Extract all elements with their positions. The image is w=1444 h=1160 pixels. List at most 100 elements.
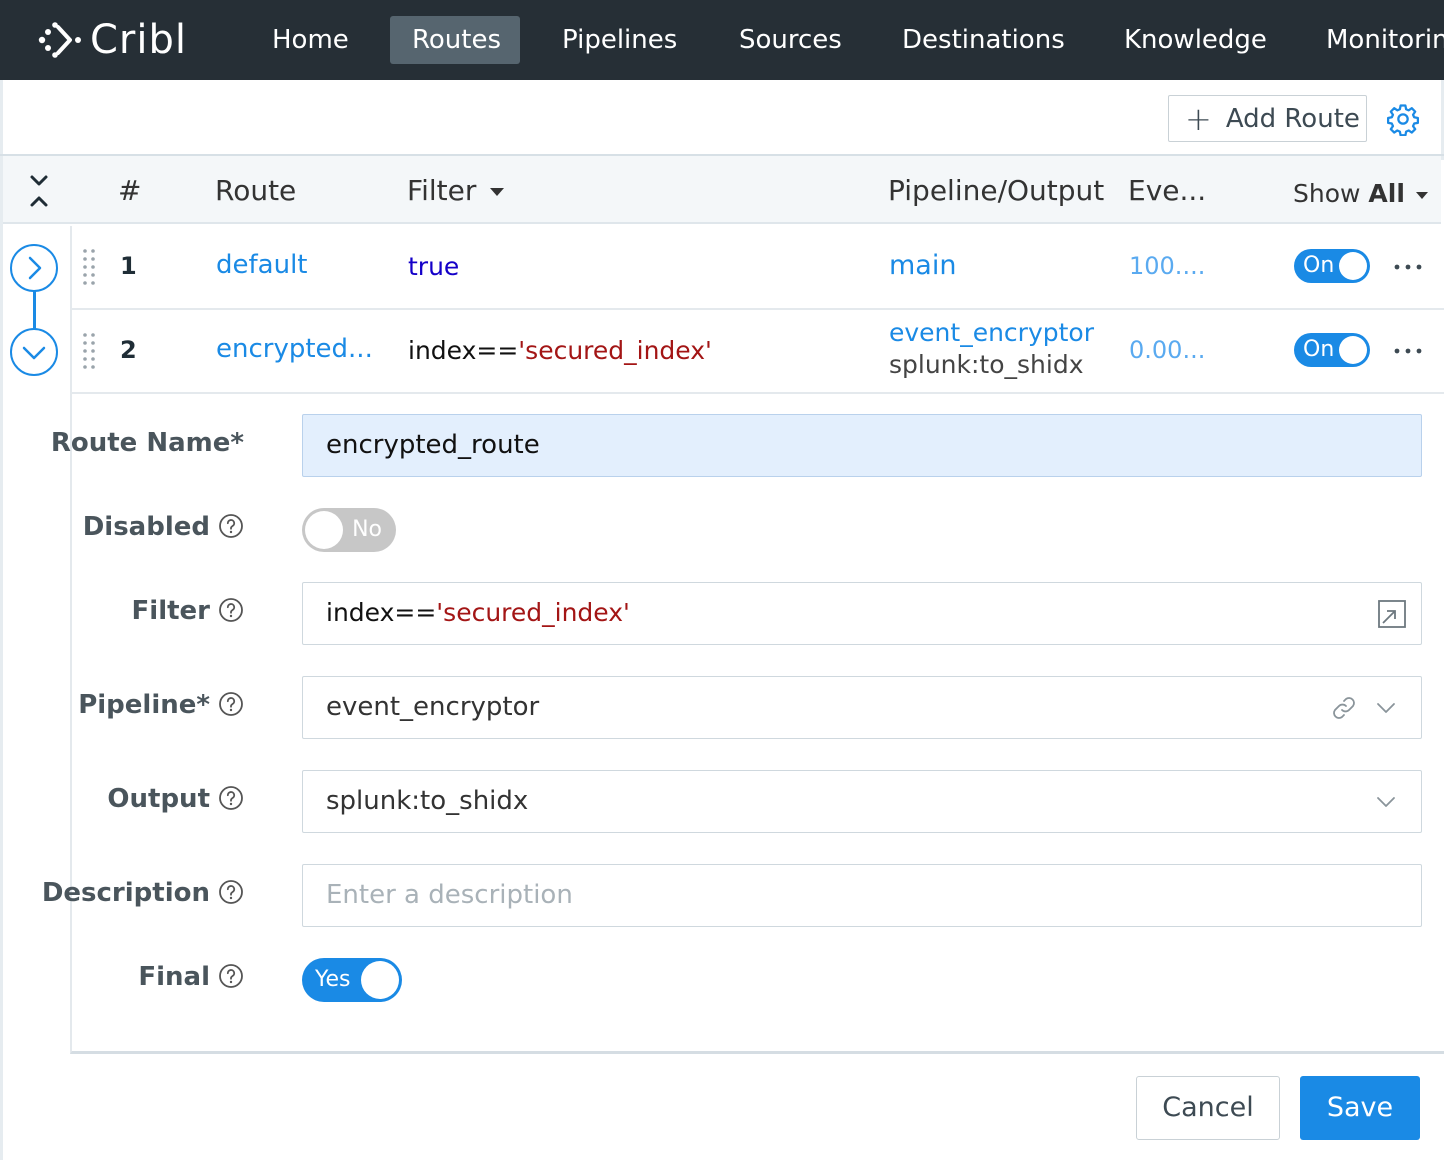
pipeline-link[interactable]: main	[889, 250, 956, 281]
route-enabled-toggle[interactable]: On	[1294, 249, 1370, 283]
more-options-icon[interactable]	[1393, 346, 1423, 356]
nav-destinations[interactable]: Destinations	[880, 16, 1087, 64]
route-enabled-toggle[interactable]: On	[1294, 333, 1370, 367]
disabled-toggle[interactable]: No	[302, 508, 396, 552]
header-pipeline-output: Pipeline/Output	[888, 174, 1105, 207]
nav-pipelines[interactable]: Pipelines	[540, 16, 699, 64]
route-connector-line	[33, 290, 36, 330]
table-row[interactable]: 2 encrypted... index=='secured_index' ev…	[70, 310, 1444, 394]
cribl-logo-icon	[38, 22, 81, 58]
nav-home[interactable]: Home	[250, 16, 371, 64]
description-label: Description	[42, 878, 244, 908]
help-icon[interactable]	[218, 785, 244, 811]
filter-expression: index==	[326, 598, 437, 627]
output-label: Output	[107, 784, 244, 814]
output-select[interactable]: splunk:to_shidx	[302, 770, 1422, 833]
chevron-right-icon	[28, 256, 42, 280]
nav-sources[interactable]: Sources	[717, 16, 864, 64]
header-filter-label: Filter	[407, 174, 477, 207]
chevron-down-icon[interactable]	[1371, 693, 1401, 723]
events-value: 0.00...	[1129, 336, 1206, 364]
route-name-link[interactable]: default	[216, 250, 307, 280]
help-icon[interactable]	[218, 691, 244, 717]
nav-monitoring-wrap: Monitoring	[1304, 16, 1444, 64]
pipeline-label-text: Pipeline*	[78, 690, 210, 720]
cancel-button[interactable]: Cancel	[1136, 1076, 1280, 1140]
pipeline-link[interactable]: event_encryptor	[889, 318, 1094, 347]
link-icon[interactable]	[1329, 693, 1359, 723]
disabled-label-text: Disabled	[82, 512, 210, 542]
route-filter: index=='secured_index'	[408, 336, 712, 365]
show-value: All	[1368, 179, 1405, 208]
frame-border-left	[0, 80, 3, 1160]
toggle-knob	[1339, 252, 1367, 280]
pipeline-select-value: event_encryptor	[326, 692, 540, 722]
more-options-icon[interactable]	[1393, 262, 1423, 272]
show-all-dropdown[interactable]: Show All	[1293, 156, 1429, 224]
drag-handle-icon[interactable]	[82, 248, 96, 286]
output-value: splunk:to_shidx	[889, 350, 1084, 379]
chevron-down-icon[interactable]	[1371, 787, 1401, 817]
add-route-button[interactable]: + Add Route	[1168, 95, 1367, 142]
disabled-label: Disabled	[83, 512, 244, 542]
plus-icon: +	[1185, 99, 1212, 138]
route-edit-form: Route Name* encrypted_route Disabled No …	[42, 394, 1444, 1054]
help-icon[interactable]	[218, 963, 244, 989]
toggle-knob	[1339, 336, 1367, 364]
expand-editor-icon[interactable]	[1377, 599, 1407, 629]
route-filter: true	[408, 252, 460, 281]
description-input[interactable]: Enter a description	[302, 864, 1422, 927]
help-icon[interactable]	[218, 597, 244, 623]
cribl-logo[interactable]: Cribl	[38, 17, 187, 63]
chevron-down-icon	[22, 346, 46, 360]
help-icon[interactable]	[218, 513, 244, 539]
header-number: #	[118, 174, 142, 207]
nav-knowledge[interactable]: Knowledge	[1102, 16, 1289, 64]
toggle-label: On	[1303, 253, 1335, 278]
pipeline-label: Pipeline*	[78, 690, 244, 720]
header-route: Route	[215, 174, 297, 207]
help-icon[interactable]	[218, 879, 244, 905]
header-filter[interactable]: Filter	[407, 156, 505, 224]
logo-text: Cribl	[90, 17, 187, 63]
top-nav: Cribl Home Routes Pipelines Sources Dest…	[0, 0, 1444, 80]
filter-input[interactable]: index=='secured_index'	[302, 582, 1422, 645]
output-select-value: splunk:to_shidx	[326, 786, 529, 816]
final-label-text: Final	[138, 962, 210, 992]
route-number: 2	[120, 336, 137, 364]
header-events: Eve...	[1128, 174, 1207, 207]
gear-icon[interactable]	[1386, 102, 1420, 136]
route-number: 1	[120, 252, 137, 280]
filter-string-literal: 'secured_index'	[436, 598, 630, 627]
filter-expression: index==	[408, 336, 519, 365]
collapse-route-2-button[interactable]	[10, 328, 58, 376]
pipeline-select[interactable]: event_encryptor	[302, 676, 1422, 739]
drag-handle-icon[interactable]	[82, 332, 96, 370]
collapse-all-icon[interactable]	[27, 172, 51, 210]
final-toggle[interactable]: Yes	[302, 958, 402, 1002]
toggle-label: Yes	[315, 967, 351, 992]
nav-routes[interactable]: Routes	[390, 16, 520, 64]
toggle-knob	[361, 961, 399, 999]
output-label-text: Output	[107, 784, 210, 814]
show-label: Show	[1293, 179, 1361, 208]
events-value: 100....	[1129, 252, 1206, 280]
table-row[interactable]: 1 default true main 100.... On	[70, 226, 1444, 310]
toggle-label: On	[1303, 337, 1335, 362]
filter-string-literal: 'secured_index'	[518, 336, 712, 365]
caret-down-icon	[490, 188, 505, 196]
toggle-knob	[305, 511, 343, 549]
final-label: Final	[138, 962, 244, 992]
save-button[interactable]: Save	[1300, 1076, 1420, 1140]
nav-monitoring[interactable]: Monitoring	[1304, 16, 1444, 64]
expand-route-1-button[interactable]	[10, 244, 58, 292]
filter-label: Filter	[132, 596, 244, 626]
route-name-link[interactable]: encrypted...	[216, 334, 373, 364]
route-name-label: Route Name*	[50, 428, 244, 458]
description-label-text: Description	[41, 878, 210, 908]
route-name-input[interactable]: encrypted_route	[302, 414, 1422, 477]
routes-table-header: # Route Filter Pipeline/Output Eve... Sh…	[3, 156, 1441, 224]
filter-label-text: Filter	[131, 596, 210, 626]
add-route-label: Add Route	[1225, 103, 1360, 134]
caret-down-icon	[1415, 192, 1428, 199]
